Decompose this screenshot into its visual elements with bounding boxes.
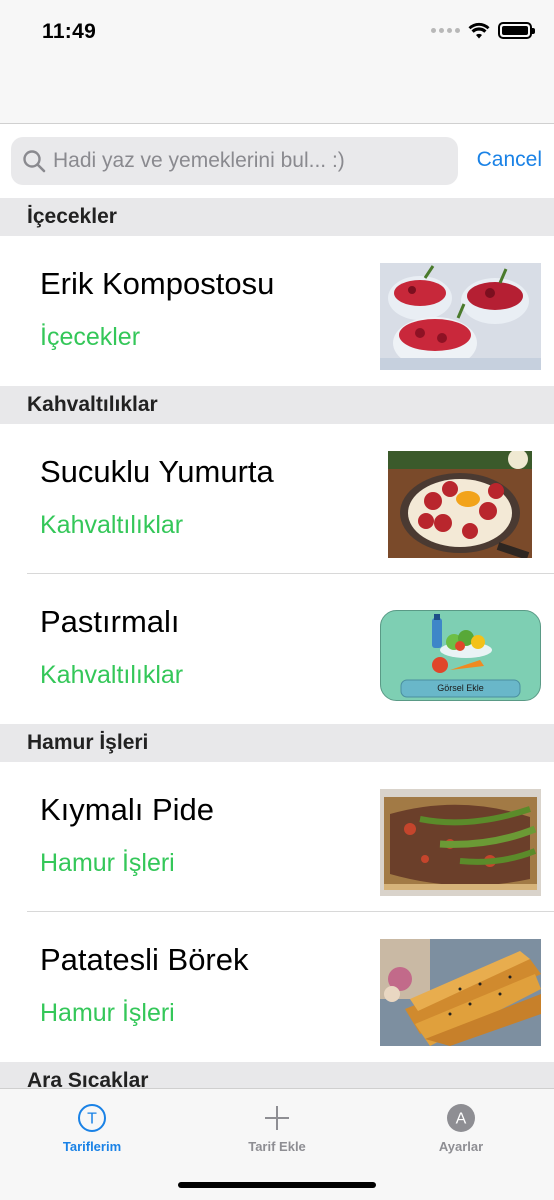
cancel-button[interactable]: Cancel bbox=[477, 148, 542, 172]
plum-compote-image bbox=[380, 263, 541, 370]
tab-label: Ayarlar bbox=[438, 1139, 484, 1154]
navigation-bar bbox=[0, 66, 554, 124]
battery-icon bbox=[498, 22, 535, 39]
section-header-icecekler: İçecekler bbox=[0, 198, 554, 236]
section-header-hamur-isleri: Hamur İşleri bbox=[0, 724, 554, 762]
recipe-category: Hamur İşleri bbox=[40, 999, 175, 1027]
svg-text:A: A bbox=[456, 1111, 467, 1128]
tab-label: Tariflerim bbox=[62, 1139, 122, 1154]
pide-image bbox=[380, 789, 541, 896]
borek-image bbox=[380, 939, 541, 1046]
search-bar: Cancel bbox=[0, 124, 554, 198]
tab-tariflerim[interactable]: T Tariflerim bbox=[32, 1103, 152, 1154]
cellular-signal-icon bbox=[431, 28, 460, 33]
list-item[interactable]: Pastırmalı Kahvaltılıklar Görsel Ekle bbox=[0, 574, 554, 724]
status-time: 11:49 bbox=[42, 20, 97, 43]
recipe-title: Erik Kompostosu bbox=[40, 266, 275, 301]
add-image-label: Görsel Ekle bbox=[437, 683, 484, 693]
list-item[interactable]: Kıymalı Pide Hamur İşleri bbox=[0, 762, 554, 912]
section-header-ara-sicaklar: Ara Sıcaklar bbox=[0, 1062, 554, 1088]
recipe-category: İçecekler bbox=[40, 323, 141, 351]
status-bar: 11:49 bbox=[0, 0, 554, 66]
plus-icon bbox=[265, 1106, 289, 1130]
recipe-category: Kahvaltılıklar bbox=[40, 511, 184, 539]
search-input[interactable] bbox=[53, 149, 453, 173]
letter-t-circle-icon: T bbox=[78, 1104, 106, 1132]
letter-a-circle-icon: A bbox=[447, 1104, 475, 1132]
tab-ayarlar[interactable]: A Ayarlar bbox=[401, 1103, 521, 1154]
home-indicator bbox=[178, 1182, 376, 1188]
search-field[interactable] bbox=[11, 137, 458, 185]
tab-tarif-ekle[interactable]: Tarif Ekle bbox=[217, 1103, 337, 1154]
recipe-list[interactable]: İçecekler Erik Kompostosu İçecekler Kahv… bbox=[0, 198, 554, 1088]
recipe-title: Kıymalı Pide bbox=[40, 792, 215, 827]
svg-text:T: T bbox=[87, 1111, 97, 1128]
add-image-placeholder: Görsel Ekle bbox=[380, 610, 541, 701]
list-item[interactable]: Patatesli Börek Hamur İşleri bbox=[0, 912, 554, 1062]
sausage-egg-image bbox=[388, 451, 532, 558]
recipe-title: Sucuklu Yumurta bbox=[40, 454, 274, 489]
tab-label: Tarif Ekle bbox=[248, 1139, 306, 1154]
section-header-kahvaltiliklar: Kahvaltılıklar bbox=[0, 386, 554, 424]
recipe-category: Kahvaltılıklar bbox=[40, 661, 184, 689]
list-item[interactable]: Sucuklu Yumurta Kahvaltılıklar bbox=[0, 424, 554, 574]
search-icon bbox=[23, 150, 46, 173]
status-icons bbox=[431, 22, 535, 39]
list-item[interactable]: Erik Kompostosu İçecekler bbox=[0, 236, 554, 386]
recipe-title: Pastırmalı bbox=[40, 604, 180, 639]
recipe-category: Hamur İşleri bbox=[40, 849, 175, 877]
tab-bar: T Tariflerim Tarif Ekle A Ayarlar bbox=[0, 1088, 554, 1200]
wifi-icon bbox=[468, 22, 490, 39]
recipe-title: Patatesli Börek bbox=[40, 942, 249, 977]
